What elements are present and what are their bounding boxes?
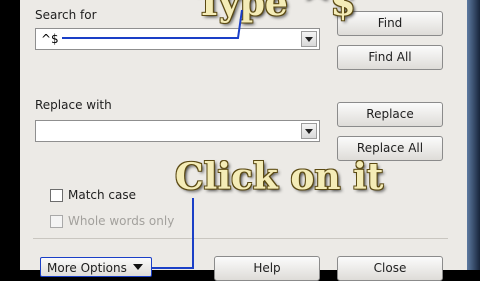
arrow-to-more-options: [152, 198, 194, 269]
annotation-arrows: [62, 9, 243, 269]
arrow-to-search-field: [62, 9, 243, 39]
